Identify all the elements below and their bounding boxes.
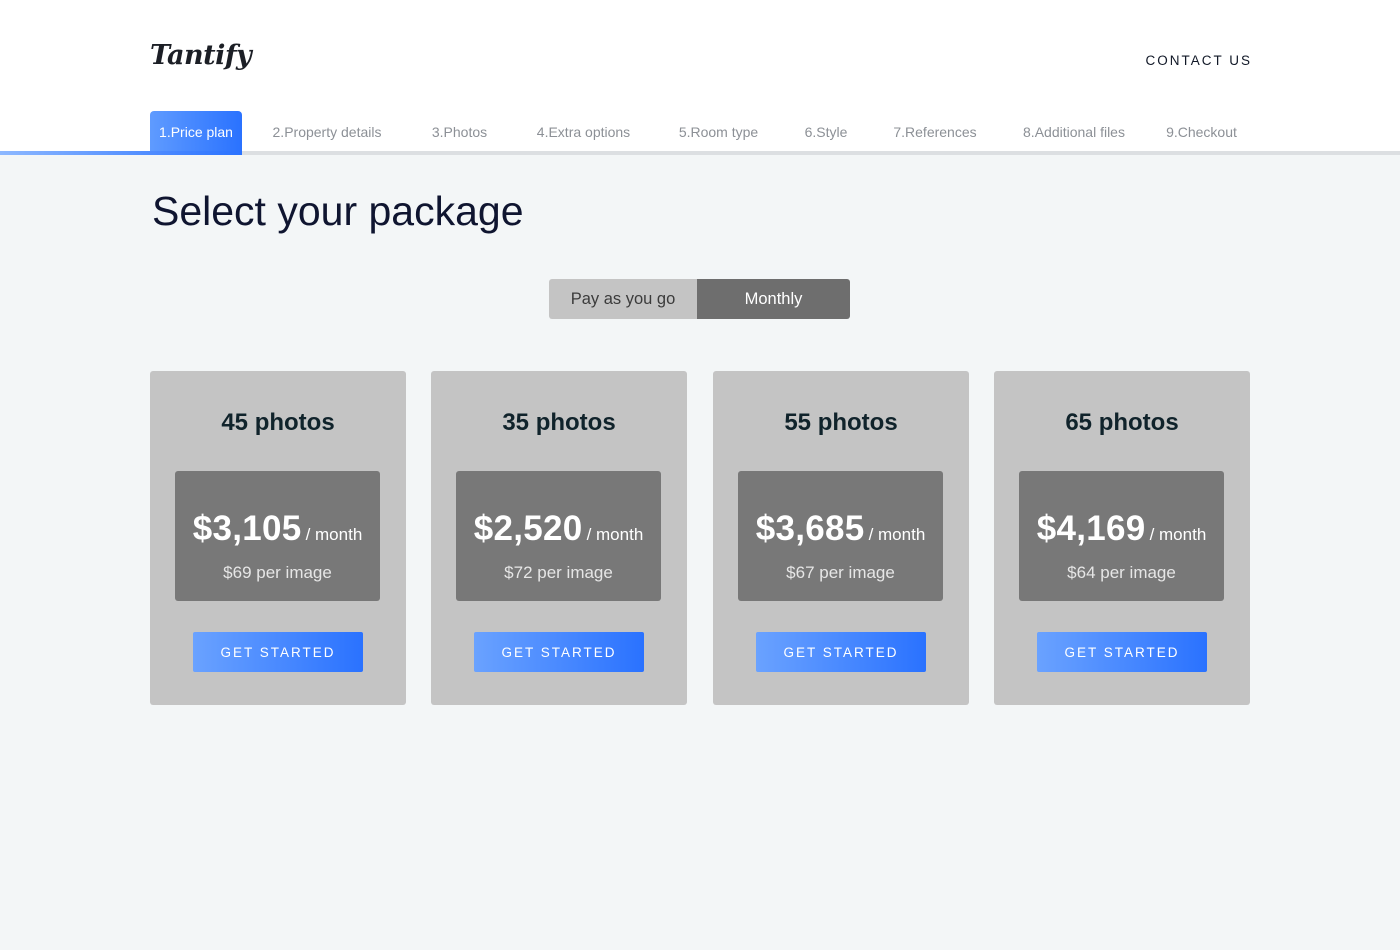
step-tab-room-type[interactable]: 5.Room type: [660, 111, 777, 153]
page-title: Select your package: [152, 188, 524, 234]
get-started-button[interactable]: GET STARTED: [193, 632, 363, 672]
price-line: $4,169/ month: [1019, 509, 1224, 549]
top-header: Tantify CONTACT US 1.Price plan 2.Proper…: [0, 0, 1400, 155]
price-period: / month: [305, 525, 363, 544]
price-line: $2,520/ month: [456, 509, 661, 549]
step-tab-references[interactable]: 7.References: [875, 111, 995, 153]
price-amount: $2,520: [473, 509, 583, 548]
package-card: 45 photos $3,105/ month $69 per image GE…: [150, 371, 406, 705]
price-period: / month: [868, 525, 926, 544]
price-line: $3,685/ month: [738, 509, 943, 549]
price-box: $3,685/ month $67 per image: [738, 471, 943, 601]
package-title: 35 photos: [502, 409, 616, 436]
package-title: 65 photos: [1065, 409, 1179, 436]
toggle-pay-as-you-go[interactable]: Pay as you go: [549, 279, 697, 319]
step-tab-photos[interactable]: 3.Photos: [412, 111, 507, 153]
billing-toggle: Pay as you go Monthly: [549, 279, 850, 319]
step-tab-extra-options[interactable]: 4.Extra options: [507, 111, 660, 153]
step-tab-checkout[interactable]: 9.Checkout: [1153, 111, 1250, 153]
toggle-monthly[interactable]: Monthly: [697, 279, 850, 319]
brand-logo[interactable]: Tantify: [150, 40, 252, 71]
price-amount: $3,685: [755, 509, 865, 548]
price-amount: $3,105: [192, 509, 302, 548]
price-line: $3,105/ month: [175, 509, 380, 549]
package-cards: 45 photos $3,105/ month $69 per image GE…: [150, 371, 1250, 705]
price-period: / month: [586, 525, 644, 544]
per-image-price: $64 per image: [1067, 563, 1176, 582]
get-started-button[interactable]: GET STARTED: [1037, 632, 1207, 672]
package-card: 35 photos $2,520/ month $72 per image GE…: [431, 371, 687, 705]
package-card: 55 photos $3,685/ month $67 per image GE…: [713, 371, 969, 705]
per-image-price: $72 per image: [504, 563, 613, 582]
step-progress-fill: [0, 151, 242, 155]
step-tab-property-details[interactable]: 2.Property details: [242, 111, 412, 153]
step-tab-price-plan[interactable]: 1.Price plan: [150, 111, 242, 153]
per-image-price: $67 per image: [786, 563, 895, 582]
price-box: $3,105/ month $69 per image: [175, 471, 380, 601]
step-progress-track: [0, 151, 1400, 155]
get-started-button[interactable]: GET STARTED: [756, 632, 926, 672]
price-box: $4,169/ month $64 per image: [1019, 471, 1224, 601]
get-started-button[interactable]: GET STARTED: [474, 632, 644, 672]
price-box: $2,520/ month $72 per image: [456, 471, 661, 601]
price-amount: $4,169: [1036, 509, 1146, 548]
price-period: / month: [1149, 525, 1207, 544]
package-title: 55 photos: [784, 409, 898, 436]
per-image-price: $69 per image: [223, 563, 332, 582]
step-tab-additional-files[interactable]: 8.Additional files: [995, 111, 1153, 153]
package-card: 65 photos $4,169/ month $64 per image GE…: [994, 371, 1250, 705]
step-tab-style[interactable]: 6.Style: [777, 111, 875, 153]
package-title: 45 photos: [221, 409, 335, 436]
contact-us-link[interactable]: CONTACT US: [1145, 53, 1252, 68]
step-tabs: 1.Price plan 2.Property details 3.Photos…: [150, 111, 1250, 153]
